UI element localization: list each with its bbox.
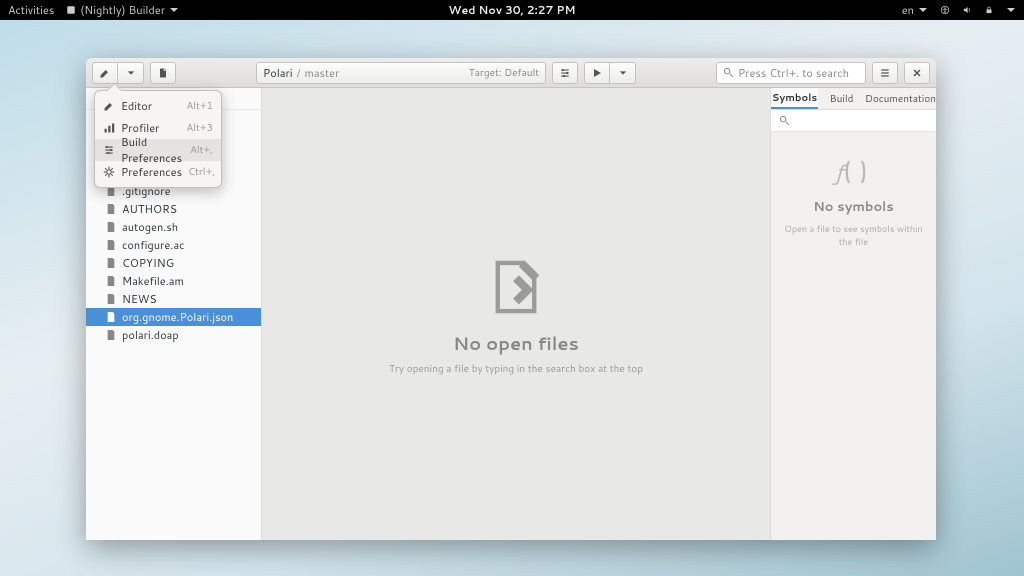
file-item[interactable]: org.gnome.Polari.json xyxy=(86,308,261,326)
search-input[interactable]: Press Ctrl+. to search xyxy=(716,62,866,84)
new-document-icon xyxy=(157,67,169,79)
chevron-down-icon xyxy=(127,69,135,77)
file-icon xyxy=(106,203,116,215)
file-name: COPYING xyxy=(122,255,174,271)
branch-name: master xyxy=(305,65,340,81)
close-icon xyxy=(912,68,922,78)
file-name: org.gnome.Polari.json xyxy=(122,309,233,325)
lock-icon[interactable] xyxy=(984,5,994,15)
hamburger-menu-button[interactable] xyxy=(872,62,898,84)
app-menu[interactable]: (Nightly) Builder xyxy=(66,2,179,18)
chevron-down-icon xyxy=(169,5,179,15)
function-icon: f xyxy=(832,156,876,188)
search-icon xyxy=(779,115,790,126)
file-name: NEWS xyxy=(122,291,157,307)
app-menu-label: (Nightly) Builder xyxy=(80,2,165,18)
volume-icon[interactable] xyxy=(962,5,972,15)
file-item[interactable]: autogen.sh xyxy=(86,218,261,236)
file-icon xyxy=(106,239,116,251)
file-icon xyxy=(106,221,116,233)
editor-empty-title: No open files xyxy=(453,330,579,356)
gnome-topbar: Activities (Nightly) Builder Wed Nov 30,… xyxy=(0,0,1024,20)
panel-tabs: SymbolsBuildDocumentation xyxy=(771,88,936,110)
file-name: autogen.sh xyxy=(122,219,178,235)
new-document-button[interactable] xyxy=(150,62,176,84)
chevron-down-icon xyxy=(619,69,627,77)
panel-tab-build[interactable]: Build xyxy=(818,88,865,109)
file-item[interactable]: NEWS xyxy=(86,290,261,308)
popover-item-editor[interactable]: Editor Alt+1 xyxy=(95,95,221,117)
popover-item-preferences[interactable]: Preferences Ctrl+, xyxy=(95,161,221,183)
popover-item-shortcut: Alt+, xyxy=(190,143,213,157)
file-name: polari.doap xyxy=(122,327,179,343)
panel-tab-symbols[interactable]: Symbols xyxy=(771,88,818,109)
builder-window: Polari / master Target: Default Press Ct… xyxy=(86,58,936,540)
symbols-empty-state: f No symbols Open a file to see symbols … xyxy=(771,132,936,540)
file-icon xyxy=(106,257,116,269)
app-icon xyxy=(66,5,76,15)
file-item[interactable]: polari.doap xyxy=(86,326,261,344)
run-menu-button[interactable] xyxy=(610,62,636,84)
file-name: Makefile.am xyxy=(122,273,184,289)
chevron-down-icon xyxy=(918,5,928,15)
build-prefs-icon xyxy=(103,144,115,156)
edit-document-icon xyxy=(481,252,551,322)
omnibar[interactable]: Polari / master Target: Default xyxy=(256,62,546,84)
close-button[interactable] xyxy=(904,62,930,84)
file-item[interactable]: COPYING xyxy=(86,254,261,272)
build-config-button[interactable] xyxy=(552,62,578,84)
sliders-icon xyxy=(559,67,571,79)
run-button-group xyxy=(584,62,636,84)
clock[interactable]: Wed Nov 30, 2:27 PM xyxy=(449,2,576,18)
profiler-icon xyxy=(103,122,115,134)
editor-area: No open files Try opening a file by typi… xyxy=(262,88,770,540)
symbols-empty-hint: Open a file to see symbols within the fi… xyxy=(771,222,936,248)
search-icon xyxy=(723,67,734,78)
popover-item-build-preferences[interactable]: Build PreferencesAlt+, xyxy=(95,139,221,161)
activities-button[interactable]: Activities xyxy=(8,2,54,18)
popover-item-label: Build Preferences xyxy=(121,134,184,166)
symbols-search[interactable] xyxy=(771,110,936,132)
perspective-menu-button[interactable] xyxy=(92,62,144,84)
popover-item-shortcut: Ctrl+, xyxy=(188,165,215,179)
file-icon xyxy=(106,275,116,287)
popover-item-shortcut: Alt+1 xyxy=(187,99,213,113)
file-icon xyxy=(106,329,116,341)
popover-item-label: Preferences xyxy=(121,164,182,180)
project-name: Polari xyxy=(263,65,293,81)
panel-tab-documentation[interactable]: Documentation xyxy=(865,88,936,109)
power-icon[interactable] xyxy=(1006,5,1016,15)
file-name: AUTHORS xyxy=(122,201,177,217)
pencil-icon xyxy=(99,67,111,79)
headerbar: Polari / master Target: Default Press Ct… xyxy=(86,58,936,88)
pencil-icon xyxy=(103,100,115,112)
file-name: configure.ac xyxy=(122,237,184,253)
perspective-popover: EditorAlt+1ProfilerAlt+3Build Preference… xyxy=(94,90,222,188)
run-button[interactable] xyxy=(584,62,610,84)
popover-item-label: Editor xyxy=(121,98,152,114)
symbols-empty-title: No symbols xyxy=(813,198,894,216)
symbols-panel: SymbolsBuildDocumentation f No symbols O… xyxy=(770,88,936,540)
popover-item-shortcut: Alt+3 xyxy=(187,121,213,135)
prefs-icon xyxy=(103,166,115,178)
file-item[interactable]: configure.ac xyxy=(86,236,261,254)
play-icon xyxy=(592,68,602,78)
file-item[interactable]: AUTHORS xyxy=(86,200,261,218)
a11y-icon[interactable] xyxy=(940,5,950,15)
file-item[interactable]: Makefile.am xyxy=(86,272,261,290)
lang-indicator[interactable]: en xyxy=(902,2,928,18)
search-placeholder: Press Ctrl+. to search xyxy=(738,65,849,81)
hamburger-icon xyxy=(879,67,891,79)
editor-empty-hint: Try opening a file by typing in the sear… xyxy=(389,362,643,376)
file-icon xyxy=(106,311,116,323)
target-label: Target: Default xyxy=(469,66,539,80)
file-icon xyxy=(106,293,116,305)
